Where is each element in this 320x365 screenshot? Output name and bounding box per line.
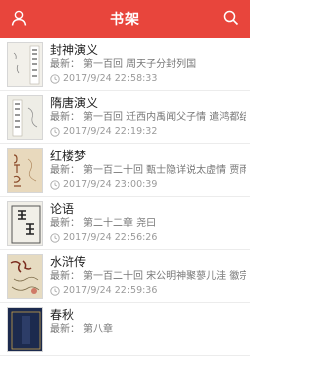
latest-chapter: 最新： 第二十二章 尧曰 — [50, 217, 246, 231]
book-list-item[interactable]: 封神演义 最新： 第一百回 周天子分封列国 2017/9/24 22:58:33 — [0, 38, 250, 91]
latest-chapter: 最新：第一百二十回 甄士隐详说太虚情 贾雨村归结红楼梦 — [50, 164, 246, 178]
latest-chapter: 最新：第一百二十回 宋公明神聚蓼儿洼 徽宗帝梦游梁山泊 — [50, 270, 246, 284]
book-title: 水浒传 — [50, 255, 87, 269]
clock-icon — [50, 127, 60, 137]
latest-chapter-text: 第一百二十回 宋公明神聚蓼儿洼 徽宗帝梦游梁山泊 — [83, 271, 246, 282]
book-cover-image — [7, 201, 43, 246]
update-time: 2017/9/24 22:56:26 — [50, 231, 246, 245]
update-time: 2017/9/24 22:58:33 — [50, 72, 246, 86]
book-cover-image — [7, 254, 43, 299]
book-title: 封神演义 — [50, 43, 99, 57]
latest-label: 最新： — [50, 165, 80, 176]
latest-chapter-text: 第八章 — [83, 324, 113, 335]
update-time-text: 2017/9/24 22:19:32 — [63, 126, 158, 137]
clock-icon — [50, 233, 60, 243]
book-cover-image — [7, 307, 43, 352]
update-time: 2017/9/24 22:59:36 — [50, 284, 246, 298]
update-time-text: 2017/9/24 22:59:36 — [63, 285, 158, 296]
page-title: 书架 — [110, 12, 140, 28]
latest-chapter: 最新： 第八章 — [50, 323, 246, 337]
book-cover-image — [7, 95, 43, 140]
latest-chapter-text: 第一百回 周天子分封列国 — [83, 59, 197, 70]
latest-chapter-text: 第一百回 迁西内禹闻父子情 遣鸿都结证隋唐缘 — [83, 112, 246, 123]
app-header: 书架 — [0, 0, 250, 38]
search-icon[interactable] — [222, 9, 240, 27]
latest-label: 最新： — [50, 59, 80, 70]
book-list-item[interactable]: 隋唐演义 最新：第一百回 迁西内禹闻父子情 遣鸿都结证隋唐缘 2017/9/24… — [0, 91, 250, 144]
update-time: 2017/9/24 22:19:32 — [50, 125, 246, 139]
clock-icon — [50, 74, 60, 84]
book-title: 红楼梦 — [50, 149, 87, 163]
latest-chapter-text: 第一百二十回 甄士隐详说太虚情 贾雨村归结红楼梦 — [83, 165, 246, 176]
bookshelf-list: 封神演义 最新： 第一百回 周天子分封列国 2017/9/24 22:58:33 … — [0, 38, 250, 356]
book-cover-image — [7, 148, 43, 193]
latest-label: 最新： — [50, 218, 80, 229]
update-time-text: 2017/9/24 23:00:39 — [63, 179, 158, 190]
update-time: 2017/9/24 23:00:39 — [50, 178, 246, 192]
book-list-item[interactable]: 论语 最新： 第二十二章 尧曰 2017/9/24 22:56:26 — [0, 197, 250, 250]
latest-label: 最新： — [50, 271, 80, 282]
latest-chapter: 最新：第一百回 迁西内禹闻父子情 遣鸿都结证隋唐缘 — [50, 111, 246, 125]
update-time-text: 2017/9/24 22:56:26 — [63, 232, 158, 243]
clock-icon — [50, 286, 60, 296]
clock-icon — [50, 180, 60, 190]
book-cover-image — [7, 42, 43, 87]
latest-chapter-text: 第二十二章 尧曰 — [83, 218, 157, 229]
book-list-item[interactable]: 春秋 最新： 第八章 — [0, 303, 250, 356]
latest-label: 最新： — [50, 324, 80, 335]
book-title: 春秋 — [50, 308, 75, 322]
book-list-item[interactable]: 红楼梦 最新：第一百二十回 甄士隐详说太虚情 贾雨村归结红楼梦 2017/9/2… — [0, 144, 250, 197]
latest-chapter: 最新： 第一百回 周天子分封列国 — [50, 58, 246, 72]
book-title: 论语 — [50, 202, 75, 216]
book-title: 隋唐演义 — [50, 96, 99, 110]
latest-label: 最新： — [50, 112, 80, 123]
update-time-text: 2017/9/24 22:58:33 — [63, 73, 158, 84]
book-list-item[interactable]: 水浒传 最新：第一百二十回 宋公明神聚蓼儿洼 徽宗帝梦游梁山泊 2017/9/2… — [0, 250, 250, 303]
